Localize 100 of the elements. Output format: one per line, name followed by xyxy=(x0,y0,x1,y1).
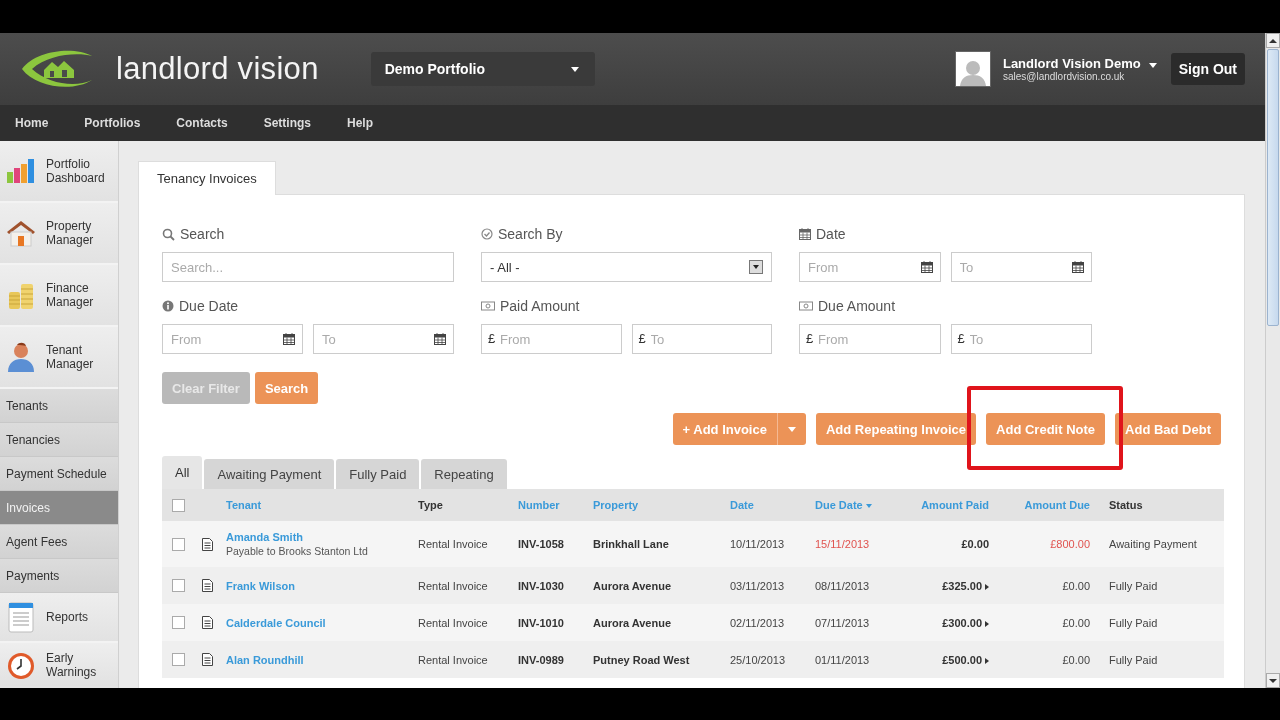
expand-arrow-icon[interactable] xyxy=(985,620,989,627)
table-cell: Awaiting Payment xyxy=(1109,538,1197,550)
table-cell: £0.00 xyxy=(1062,653,1090,666)
table-cell: Putney Road West xyxy=(593,653,690,666)
sidebar-item[interactable]: Tenants xyxy=(0,389,118,423)
dropdown-button[interactable] xyxy=(776,413,806,445)
scroll-up-button[interactable] xyxy=(1266,33,1280,48)
table-cell: Rental Invoice xyxy=(418,616,488,629)
calendar-icon xyxy=(1072,261,1084,273)
table-cell: £300.00 xyxy=(942,616,982,629)
status-tab[interactable]: All xyxy=(162,456,203,489)
table-cell: 01/11/2013 xyxy=(815,653,870,666)
filter-label: Paid Amount xyxy=(500,298,580,314)
nav-link[interactable]: Help xyxy=(347,116,374,130)
sidebar-item[interactable]: Property Manager xyxy=(0,203,118,265)
calendar-icon xyxy=(434,333,446,345)
table-cell: Rental Invoice xyxy=(418,579,488,592)
portfolio-dropdown[interactable]: Demo Portfolio xyxy=(370,52,595,86)
sign-out-button[interactable]: Sign Out xyxy=(1170,53,1245,85)
search-field[interactable]: Search... xyxy=(162,252,454,282)
nav-link[interactable]: Portfolios xyxy=(84,116,141,130)
currency-symbol: £ xyxy=(638,331,646,346)
tenant-note: Payable to Brooks Stanton Ltd xyxy=(226,545,369,557)
banknote-icon xyxy=(799,301,813,311)
date-field[interactable]: From xyxy=(162,324,303,354)
table-cell: £325.00 xyxy=(942,579,982,592)
table-cell: Aurora Avenue xyxy=(593,579,672,592)
table-cell: Fully Paid xyxy=(1109,579,1158,592)
table-cell: 10/11/2013 xyxy=(730,538,785,550)
table-cell: Fully Paid xyxy=(1109,616,1158,629)
currency-symbol: £ xyxy=(957,331,965,346)
person-icon xyxy=(7,342,35,372)
calendar-icon xyxy=(799,228,811,240)
checkbox[interactable] xyxy=(172,498,185,512)
checkbox[interactable] xyxy=(172,616,185,630)
status-tab[interactable]: Repeating xyxy=(421,459,507,489)
sidebar-item[interactable]: Agent Fees xyxy=(0,525,118,559)
sidebar-item[interactable]: Reports xyxy=(0,593,118,643)
filter-label: Search xyxy=(180,226,225,242)
nav-link[interactable]: Settings xyxy=(263,116,312,130)
table-cell: Aurora Avenue xyxy=(593,616,672,629)
banknote-icon xyxy=(481,301,495,311)
table-cell: Fully Paid xyxy=(1109,653,1158,666)
check-circle-icon xyxy=(481,228,493,240)
table-cell: 03/11/2013 xyxy=(730,579,785,592)
checkbox[interactable] xyxy=(172,653,185,667)
checkbox[interactable] xyxy=(172,537,185,551)
currency-symbol: £ xyxy=(806,331,814,346)
table-cell: INV-1030 xyxy=(518,579,564,592)
info-icon xyxy=(162,300,174,312)
table-cell: Brinkhall Lane xyxy=(593,538,669,550)
table-cell: INV-0989 xyxy=(518,653,564,666)
table-cell: Rental Invoice xyxy=(418,538,488,550)
filter-label: Due Amount xyxy=(818,298,896,314)
calendar-icon xyxy=(283,333,295,345)
document-icon xyxy=(8,601,34,633)
table-cell: £0.00 xyxy=(1062,616,1090,629)
date-field[interactable]: To xyxy=(950,252,1092,282)
select-field[interactable]: - All - xyxy=(481,252,772,282)
table-cell: £0.00 xyxy=(961,538,989,550)
scroll-down-button[interactable] xyxy=(1266,673,1280,688)
table-cell: 25/10/2013 xyxy=(730,653,786,666)
sidebar-item[interactable]: Tenancies xyxy=(0,423,118,457)
sidebar-item[interactable]: Portfolio Dashboard xyxy=(0,141,118,203)
filter-label: Search By xyxy=(498,226,563,242)
calendar-icon xyxy=(920,261,933,273)
sidebar-item[interactable]: Finance Manager xyxy=(0,265,118,327)
sidebar-item[interactable]: Tenant Manager xyxy=(0,327,118,389)
person-silhouette-icon xyxy=(959,58,986,86)
filter-label: Due Date xyxy=(179,298,239,314)
table-cell: £500.00 xyxy=(942,653,982,666)
table-cell: INV-1010 xyxy=(518,616,564,629)
date-field[interactable]: To xyxy=(313,324,454,354)
checkbox[interactable] xyxy=(172,579,185,593)
expand-arrow-icon[interactable] xyxy=(985,583,989,590)
logo-text: landlord vision xyxy=(116,51,319,87)
document-icon xyxy=(202,653,213,666)
nav-link[interactable]: Home xyxy=(15,116,49,130)
search-icon xyxy=(162,227,175,241)
status-tab[interactable]: Awaiting Payment xyxy=(204,459,335,489)
date-field[interactable]: From xyxy=(799,252,941,282)
bar-chart-icon xyxy=(6,158,36,184)
scrollbar-thumb[interactable] xyxy=(1267,49,1279,326)
page-tab[interactable]: Tenancy Invoices xyxy=(138,161,276,195)
house-icon xyxy=(6,219,36,247)
sidebar-item[interactable]: Payments xyxy=(0,559,118,593)
table-cell: £0.00 xyxy=(1062,579,1090,592)
sidebar-item[interactable]: Payment Schedule xyxy=(0,457,118,491)
table-cell: Rental Invoice xyxy=(418,653,488,666)
caret-icon xyxy=(570,66,579,72)
nav-link[interactable]: Contacts xyxy=(176,116,228,130)
expand-arrow-icon[interactable] xyxy=(985,657,989,664)
document-icon xyxy=(202,579,213,592)
table-cell: 02/11/2013 xyxy=(730,616,785,629)
status-tab[interactable]: Fully Paid xyxy=(336,459,420,489)
table-cell: £800.00 xyxy=(1050,538,1090,550)
column-header: Status xyxy=(1109,499,1143,511)
caret-icon[interactable] xyxy=(1148,62,1157,68)
table-cell: 08/11/2013 xyxy=(815,579,870,592)
table-cell: 15/11/2013 xyxy=(815,538,870,550)
